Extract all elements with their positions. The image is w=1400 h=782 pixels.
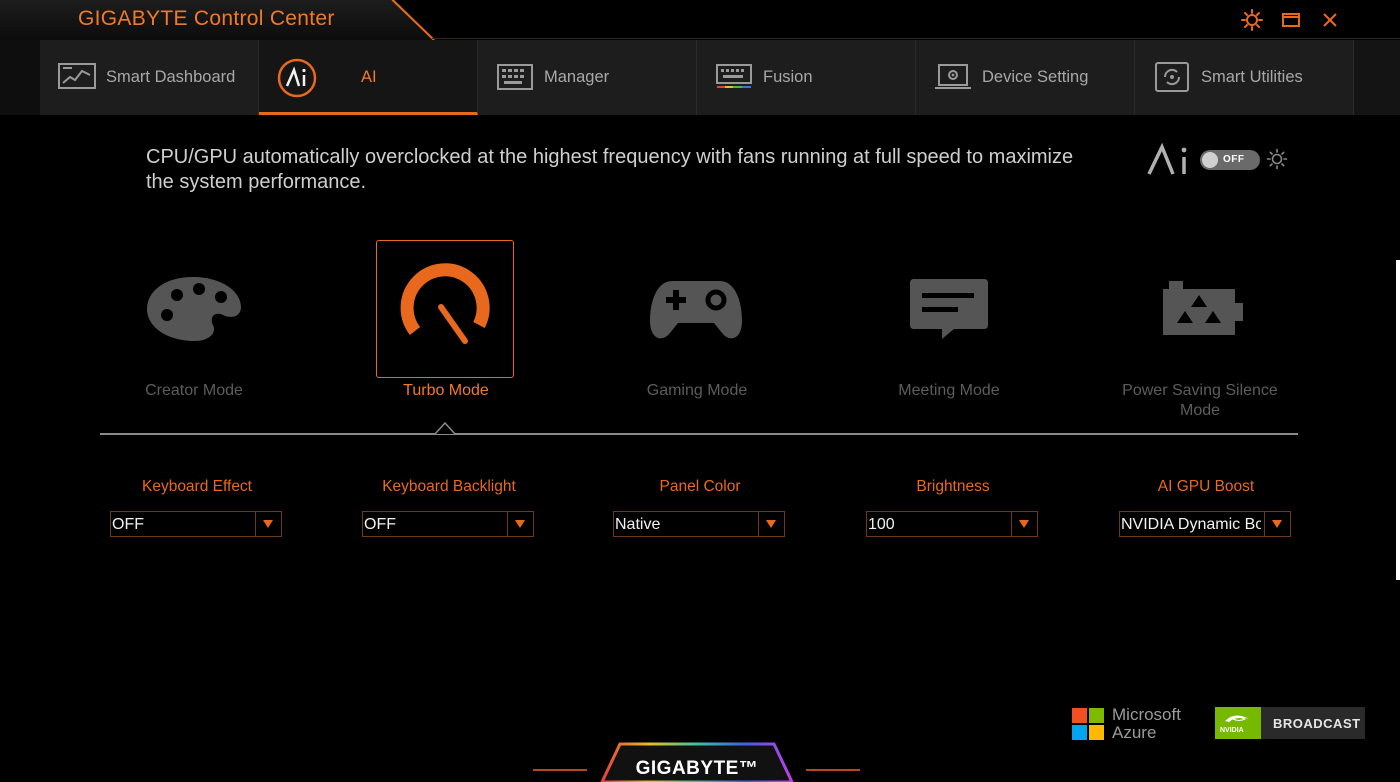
mode-turbo[interactable]: Turbo Mode	[376, 240, 516, 430]
dropdown-arrow-icon	[1272, 520, 1282, 528]
selected-mode-pointer	[435, 422, 455, 434]
keyboard-effect-select[interactable]: OFF	[110, 511, 282, 537]
tab-bar: Smart Dashboard AI Manager Fusion Device…	[0, 40, 1400, 115]
title-bottom-line	[432, 38, 1400, 39]
tab-label: AI	[361, 68, 377, 86]
ai-toggle[interactable]: OFF	[1200, 150, 1260, 170]
select-separator	[1264, 512, 1265, 536]
bottom-accent-line	[806, 769, 860, 771]
select-separator	[1011, 512, 1012, 536]
ai-settings-gear-icon[interactable]	[1266, 148, 1288, 170]
dropdown-arrow-icon	[1019, 520, 1029, 528]
setting-keyboard-backlight: Keyboard Backlight OFF	[362, 478, 536, 537]
toggle-knob	[1202, 152, 1218, 168]
nvidia-badge-text: NVIDIA	[1220, 727, 1244, 734]
nvidia-broadcast-logo: NVIDIA BROADCAST	[1215, 707, 1365, 739]
select-value: NVIDIA Dynamic Bo	[1121, 516, 1261, 533]
select-value: OFF	[112, 516, 144, 533]
microsoft-azure-logo: Microsoft Azure	[1072, 706, 1192, 746]
select-separator	[507, 512, 508, 536]
tab-ai[interactable]: AI	[259, 40, 478, 115]
azure-line-2: Azure	[1112, 723, 1157, 742]
dropdown-arrow-icon	[766, 520, 776, 528]
ai-icon	[277, 58, 317, 98]
setting-brightness: Brightness 100	[866, 478, 1040, 537]
select-separator	[758, 512, 759, 536]
setting-label: Brightness	[916, 478, 990, 495]
broadcast-text: BROADCAST	[1273, 716, 1361, 731]
mode-power-saving[interactable]: Power Saving Silence Mode	[1122, 240, 1278, 430]
dropdown-arrow-icon	[263, 520, 273, 528]
window-edge	[1396, 260, 1400, 580]
ai-gpu-boost-select[interactable]: NVIDIA Dynamic Bo	[1119, 511, 1291, 537]
gamepad-icon	[650, 281, 742, 339]
tab-label: Device Setting	[982, 68, 1089, 86]
tab-bar-cap	[0, 40, 41, 115]
setting-label: Keyboard Backlight	[382, 478, 516, 495]
tab-device-setting[interactable]: Device Setting	[916, 40, 1135, 115]
tab-label: Manager	[544, 68, 610, 86]
keyboard-backlight-select[interactable]: OFF	[362, 511, 534, 537]
gear-icon	[1241, 9, 1263, 31]
mode-description: CPU/GPU automatically overclocked at the…	[146, 146, 1074, 193]
setting-panel-color: Panel Color Native	[613, 478, 787, 537]
nvidia-eye-icon	[1225, 715, 1249, 722]
toggle-state-label: OFF	[1223, 154, 1245, 165]
brand-plate: GIGABYTE™	[600, 742, 794, 782]
ai-logo-icon	[1147, 143, 1187, 175]
bottom-accent-line	[533, 769, 587, 771]
setting-keyboard-effect: Keyboard Effect OFF	[110, 478, 284, 537]
tab-label: Smart Utilities	[1201, 68, 1303, 86]
azure-line-1: Microsoft	[1112, 705, 1181, 724]
speedometer-icon	[400, 263, 490, 344]
mode-label: Gaming Mode	[646, 382, 748, 399]
palette-icon	[147, 277, 241, 341]
select-separator	[255, 512, 256, 536]
mode-meeting[interactable]: Meeting Mode	[879, 240, 1019, 430]
recycle-battery-icon	[1163, 281, 1243, 335]
dropdown-arrow-icon	[515, 520, 525, 528]
setting-ai-gpu-boost: AI GPU Boost NVIDIA Dynamic Bo	[1119, 478, 1293, 537]
restore-icon	[1282, 13, 1300, 27]
select-value: Native	[615, 516, 661, 533]
tab-fusion[interactable]: Fusion	[697, 40, 916, 115]
chat-bubble-icon	[910, 279, 988, 339]
mode-gaming[interactable]: Gaming Mode	[627, 240, 767, 430]
dashboard-icon	[58, 63, 96, 89]
laptop-settings-icon	[935, 64, 971, 89]
tab-smart-utilities[interactable]: Smart Utilities	[1135, 40, 1354, 115]
azure-text: Microsoft Azure	[1112, 706, 1181, 742]
brightness-select[interactable]: 100	[866, 511, 1038, 537]
mode-label: Turbo Mode	[403, 382, 489, 399]
title-bar: GIGABYTE Control Center	[0, 0, 1400, 41]
mode-label: Power Saving Silence Mode	[1122, 382, 1278, 419]
setting-label: AI GPU Boost	[1157, 478, 1255, 495]
setting-label: Keyboard Effect	[141, 478, 252, 495]
tab-smart-dashboard[interactable]: Smart Dashboard	[40, 40, 259, 115]
mode-label: Meeting Mode	[898, 382, 1000, 399]
keyboard-manager-icon	[497, 64, 533, 90]
utilities-icon	[1155, 62, 1189, 92]
select-value: OFF	[364, 516, 396, 533]
mode-label: Creator Mode	[145, 382, 243, 399]
close-button[interactable]	[1318, 8, 1342, 32]
tab-label: Smart Dashboard	[106, 68, 236, 86]
microsoft-logo-icon	[1072, 708, 1104, 740]
close-icon	[1323, 13, 1337, 27]
nvidia-badge: NVIDIA	[1215, 707, 1261, 739]
tab-label: Fusion	[763, 68, 813, 86]
select-value: 100	[868, 516, 895, 533]
mode-divider	[100, 433, 1298, 435]
mode-creator[interactable]: Creator Mode	[124, 240, 264, 430]
settings-button[interactable]	[1240, 8, 1264, 32]
panel-color-select[interactable]: Native	[613, 511, 785, 537]
restore-button[interactable]	[1279, 8, 1303, 32]
gigabyte-brand: GIGABYTE™	[635, 758, 759, 779]
rgb-keyboard-icon	[716, 64, 752, 88]
app-title: GIGABYTE Control Center	[78, 7, 335, 30]
setting-label: Panel Color	[659, 478, 741, 495]
tab-manager[interactable]: Manager	[478, 40, 697, 115]
